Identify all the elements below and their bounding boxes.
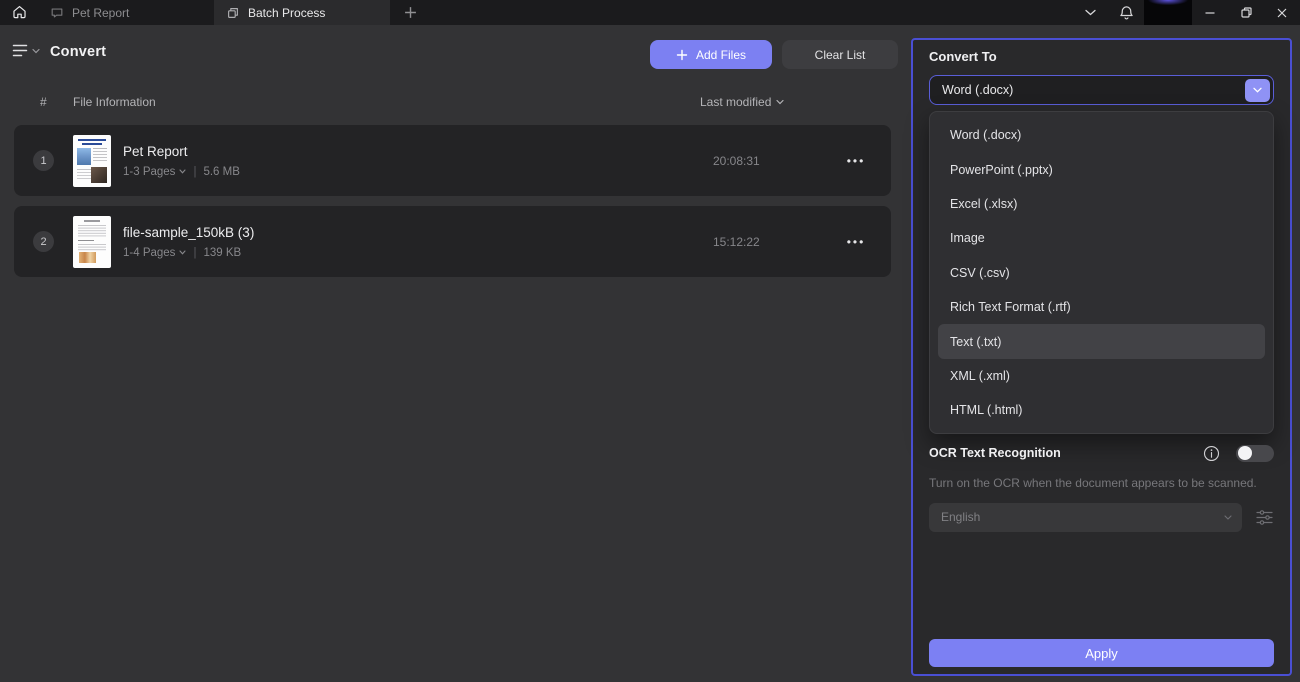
file-name: file-sample_150kB (3) — [123, 224, 255, 240]
page-title: Convert — [50, 44, 107, 60]
file-size: 139 KB — [203, 246, 242, 259]
file-name: Pet Report — [123, 143, 188, 159]
batch-tab-icon — [226, 6, 240, 20]
info-icon — [1203, 445, 1220, 461]
restore-button[interactable] — [1228, 0, 1264, 25]
format-option[interactable]: HTML (.html) — [930, 393, 1273, 427]
tab-label: Pet Report — [72, 5, 130, 20]
format-option[interactable]: Excel (.xlsx) — [930, 187, 1273, 221]
file-thumbnail — [73, 134, 111, 187]
chevron-down-icon — [179, 250, 186, 255]
ocr-toggle[interactable] — [1236, 444, 1274, 462]
ocr-title: OCR Text Recognition — [929, 446, 1061, 461]
new-tab-button[interactable] — [390, 0, 430, 25]
toolbar: Convert Add Files Clear List — [0, 38, 898, 72]
modified-time: 15:12:22 — [713, 234, 760, 249]
add-files-label: Add Files — [695, 47, 747, 62]
home-button[interactable] — [0, 0, 38, 25]
clear-list-label: Clear List — [814, 47, 866, 62]
column-last-modified[interactable]: Last modified — [700, 95, 784, 109]
column-index: # — [40, 95, 47, 109]
tab-label: Batch Process — [248, 5, 326, 20]
file-info: Pet Report 1-3 Pages | 5.6 MB — [123, 144, 240, 178]
hamburger-icon — [12, 44, 28, 57]
pages-label: 1-3 Pages — [123, 165, 176, 178]
restore-icon — [1240, 6, 1253, 19]
format-option[interactable]: PowerPoint (.pptx) — [930, 152, 1273, 186]
home-icon — [11, 4, 28, 21]
file-info: file-sample_150kB (3) 1-4 Pages | 139 KB — [123, 225, 254, 259]
chevron-down-icon — [1253, 87, 1262, 93]
close-icon — [1276, 7, 1288, 19]
ocr-info-button[interactable] — [1203, 445, 1220, 462]
format-option[interactable]: XML (.xml) — [930, 359, 1273, 393]
ellipsis-icon: ••• — [846, 153, 866, 168]
titlebar-controls — [1072, 0, 1300, 25]
format-option[interactable]: Text (.txt) — [938, 324, 1265, 359]
sliders-icon — [1256, 509, 1273, 525]
ocr-language-value: English — [941, 510, 981, 525]
last-modified-label: Last modified — [700, 95, 772, 109]
tool-menu-button[interactable] — [12, 44, 40, 57]
tab-pet-report[interactable]: Pet Report — [38, 0, 214, 25]
clear-list-button[interactable]: Clear List — [782, 40, 898, 69]
format-select[interactable]: Word (.docx) — [929, 75, 1274, 105]
ocr-description: Turn on the OCR when the document appear… — [929, 475, 1257, 490]
pages-dropdown[interactable]: 1-3 Pages — [123, 166, 186, 178]
modified-time: 20:08:31 — [713, 153, 760, 168]
chevron-down-icon — [32, 48, 40, 54]
tab-batch-process[interactable]: Batch Process — [214, 0, 390, 25]
avatar[interactable] — [1144, 0, 1192, 25]
format-option[interactable]: CSV (.csv) — [930, 256, 1273, 290]
ellipsis-icon: ••• — [846, 234, 866, 249]
minimize-icon — [1204, 7, 1216, 19]
titlebar: Pet Report Batch Process — [0, 0, 1300, 25]
close-button[interactable] — [1264, 0, 1300, 25]
format-option[interactable]: Rich Text Format (.rtf) — [930, 290, 1273, 324]
file-size: 5.6 MB — [203, 165, 240, 178]
notifications-button[interactable] — [1108, 0, 1144, 25]
file-thumbnail — [73, 215, 111, 268]
row-index-badge: 2 — [33, 231, 54, 252]
row-menu-button[interactable]: ••• — [834, 146, 878, 176]
add-files-button[interactable]: Add Files — [650, 40, 772, 69]
ocr-language-select[interactable]: English — [929, 502, 1242, 532]
chevron-down-icon — [776, 99, 784, 105]
titlebar-menu-button[interactable] — [1072, 0, 1108, 25]
convert-panel: Convert To Word (.docx) Word (.docx) Pow… — [911, 38, 1292, 676]
format-dropdown-menu: Word (.docx) PowerPoint (.pptx) Excel (.… — [929, 111, 1274, 434]
row-menu-button[interactable]: ••• — [834, 227, 878, 257]
pages-label: 1-4 Pages — [123, 246, 176, 259]
file-table-header: # File Information Last modified — [0, 95, 898, 115]
chevron-down-icon — [1224, 514, 1232, 520]
meta-separator: | — [193, 165, 197, 178]
meta-separator: | — [193, 246, 197, 259]
document-tab-icon — [50, 6, 64, 20]
bell-icon — [1119, 5, 1134, 21]
format-selected-value: Word (.docx) — [942, 83, 1014, 97]
plus-icon — [676, 49, 688, 61]
apply-button[interactable]: Apply — [929, 639, 1274, 667]
plus-icon — [404, 6, 417, 19]
format-option[interactable]: Word (.docx) — [930, 118, 1273, 152]
column-file-information: File Information — [73, 95, 156, 109]
row-index-badge: 1 — [33, 150, 54, 171]
minimize-button[interactable] — [1192, 0, 1228, 25]
file-row[interactable]: 1 Pet Report 1-3 Pages | 5.6 MB 20:08:31… — [14, 125, 891, 196]
chevron-down-icon — [179, 169, 186, 174]
chevron-down-icon — [1084, 9, 1096, 16]
format-select-chevron-button[interactable] — [1245, 78, 1270, 102]
file-row[interactable]: 2 file-sample_150kB (3) 1-4 Pages | 139 … — [14, 206, 891, 277]
pages-dropdown[interactable]: 1-4 Pages — [123, 247, 186, 259]
ocr-settings-button[interactable] — [1255, 509, 1274, 526]
convert-to-title: Convert To — [929, 49, 997, 64]
format-option[interactable]: Image — [930, 221, 1273, 255]
